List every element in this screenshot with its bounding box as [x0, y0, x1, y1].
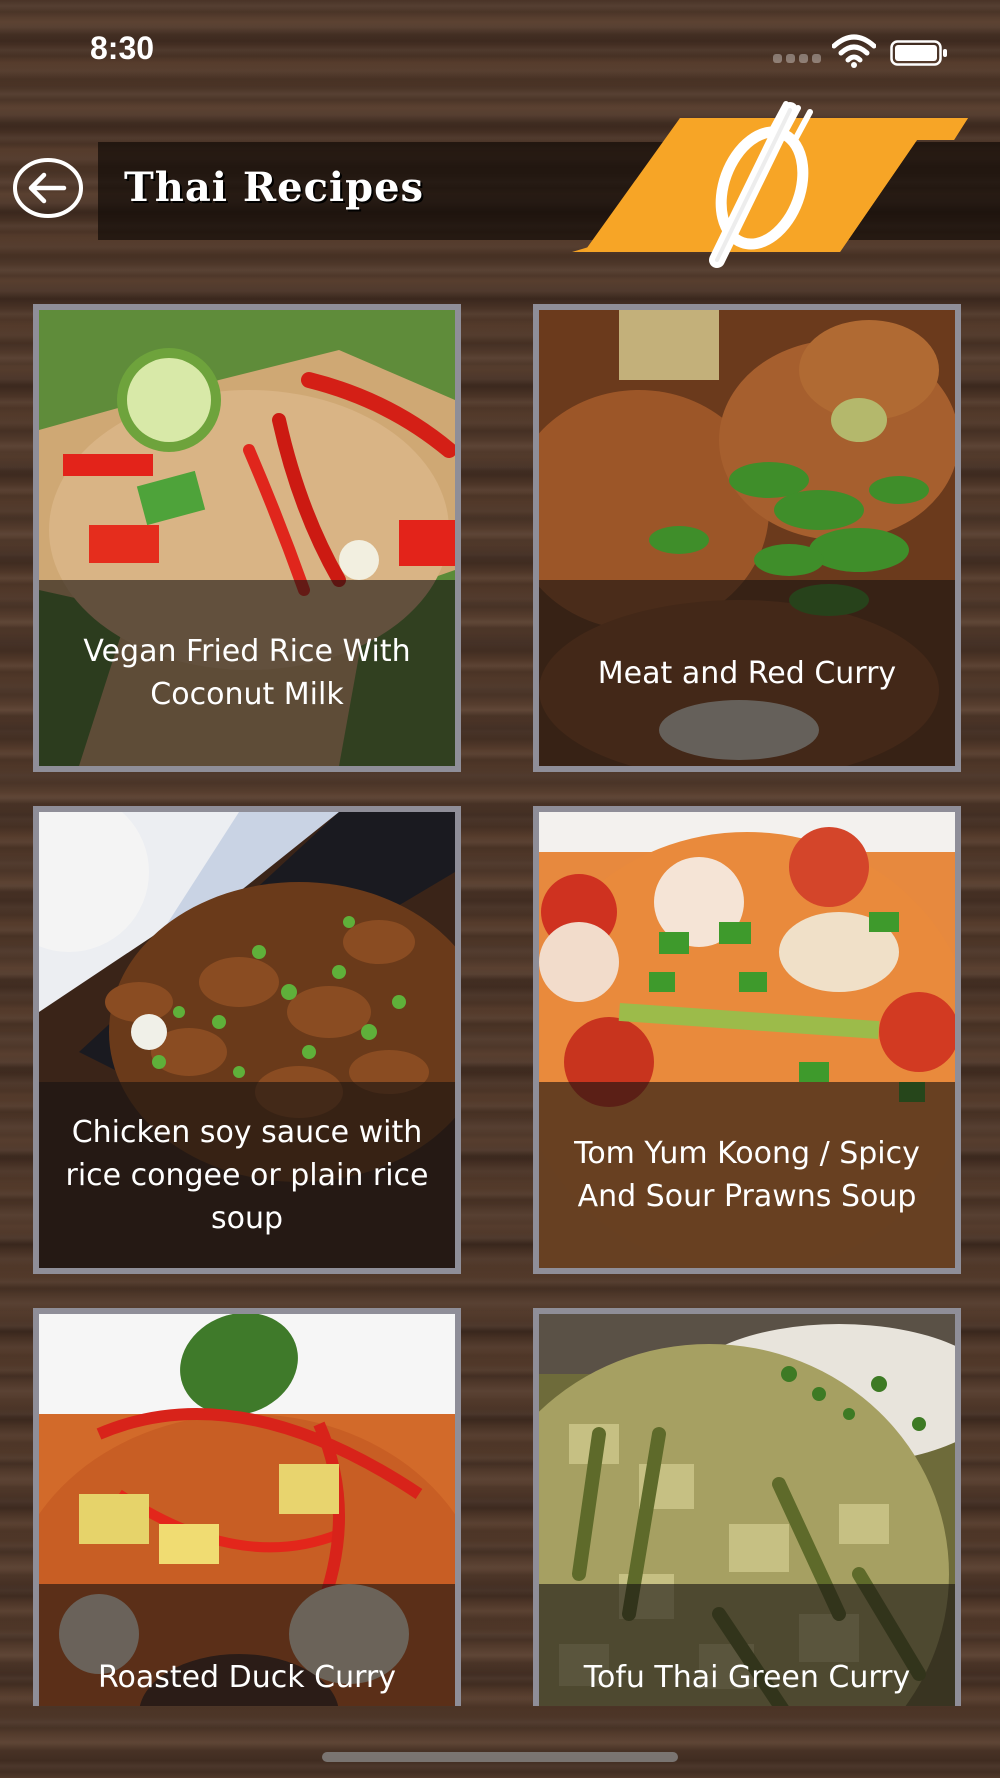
- back-arrow-icon[interactable]: [12, 156, 84, 220]
- recipe-title: Meat and Red Curry: [597, 655, 897, 691]
- wifi-icon: [832, 34, 876, 68]
- recipe-title: Tom Yum Koong / Spicy And Sour Prawns So…: [574, 1136, 920, 1214]
- recipe-card[interactable]: Tofu Thai Green Curry: [533, 1308, 961, 1706]
- recipe-grid: Vegan Fried Rice With Coconut Milk Meat …: [33, 304, 968, 1706]
- status-bar: 8:30: [0, 0, 1000, 100]
- recipe-title: Vegan Fried Rice With Coconut Milk: [83, 634, 411, 712]
- recipe-title: Tofu Thai Green Curry: [583, 1659, 911, 1695]
- home-indicator[interactable]: [322, 1752, 678, 1762]
- recipe-card[interactable]: Roasted Duck Curry: [33, 1308, 461, 1706]
- cellular-signal-icon: [773, 54, 821, 64]
- recipe-title: Roasted Duck Curry: [97, 1659, 397, 1695]
- fork-knife-logo-icon: [572, 101, 968, 268]
- page-title: Thai Recipes: [124, 164, 425, 211]
- recipe-card[interactable]: Meat and Red Curry: [533, 304, 961, 772]
- recipe-card[interactable]: Chicken soy sauce with rice congee or pl…: [33, 806, 461, 1274]
- recipe-card[interactable]: Tom Yum Koong / Spicy And Sour Prawns So…: [533, 806, 961, 1274]
- recipe-card[interactable]: Vegan Fried Rice With Coconut Milk: [33, 304, 461, 772]
- status-time: 8:30: [90, 30, 155, 66]
- recipe-title: Chicken soy sauce with rice congee or pl…: [65, 1114, 429, 1236]
- battery-icon: [890, 40, 947, 66]
